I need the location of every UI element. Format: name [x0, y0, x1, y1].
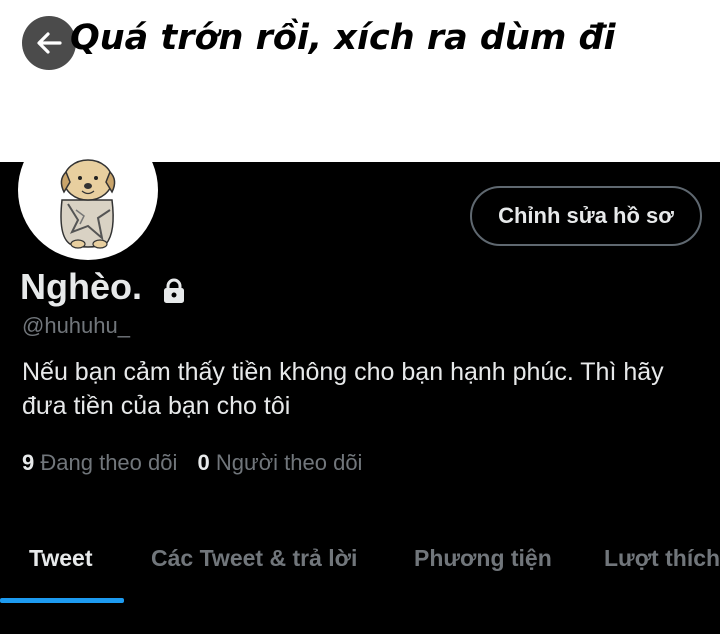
- following-label: Đang theo dõi: [40, 450, 178, 475]
- profile-bio: Nếu bạn cảm thấy tiền không cho bạn hạnh…: [22, 358, 664, 420]
- followers-label: Người theo dõi: [215, 450, 363, 475]
- followers-stat[interactable]: 0 Người theo dõi: [198, 450, 363, 476]
- back-button[interactable]: [22, 16, 76, 70]
- follow-stats: 9 Đang theo dõi 0 Người theo dõi: [22, 450, 376, 476]
- banner-caption: Quá trớn rồi, xích ra dùm đi: [70, 18, 616, 58]
- lock-icon: [164, 278, 184, 303]
- following-stat[interactable]: 9 Đang theo dõi: [22, 450, 177, 476]
- edit-profile-button[interactable]: Chỉnh sửa hồ sơ: [470, 186, 702, 246]
- dog-avatar-icon: [60, 159, 116, 249]
- tab-likes[interactable]: Lượt thích: [604, 545, 720, 572]
- avatar[interactable]: [18, 120, 158, 260]
- tab-media[interactable]: Phương tiện: [414, 545, 552, 572]
- arrow-left-icon: [37, 32, 62, 54]
- following-count: 9: [22, 450, 35, 475]
- profile-handle: @huhuhu_: [22, 313, 130, 338]
- display-name: Nghèo.: [20, 266, 142, 307]
- active-tab-indicator: [0, 598, 124, 603]
- tab-tweets-and-replies[interactable]: Các Tweet & trả lời: [151, 545, 357, 572]
- followers-count: 0: [197, 450, 210, 475]
- tab-tweets[interactable]: Tweet: [29, 545, 92, 572]
